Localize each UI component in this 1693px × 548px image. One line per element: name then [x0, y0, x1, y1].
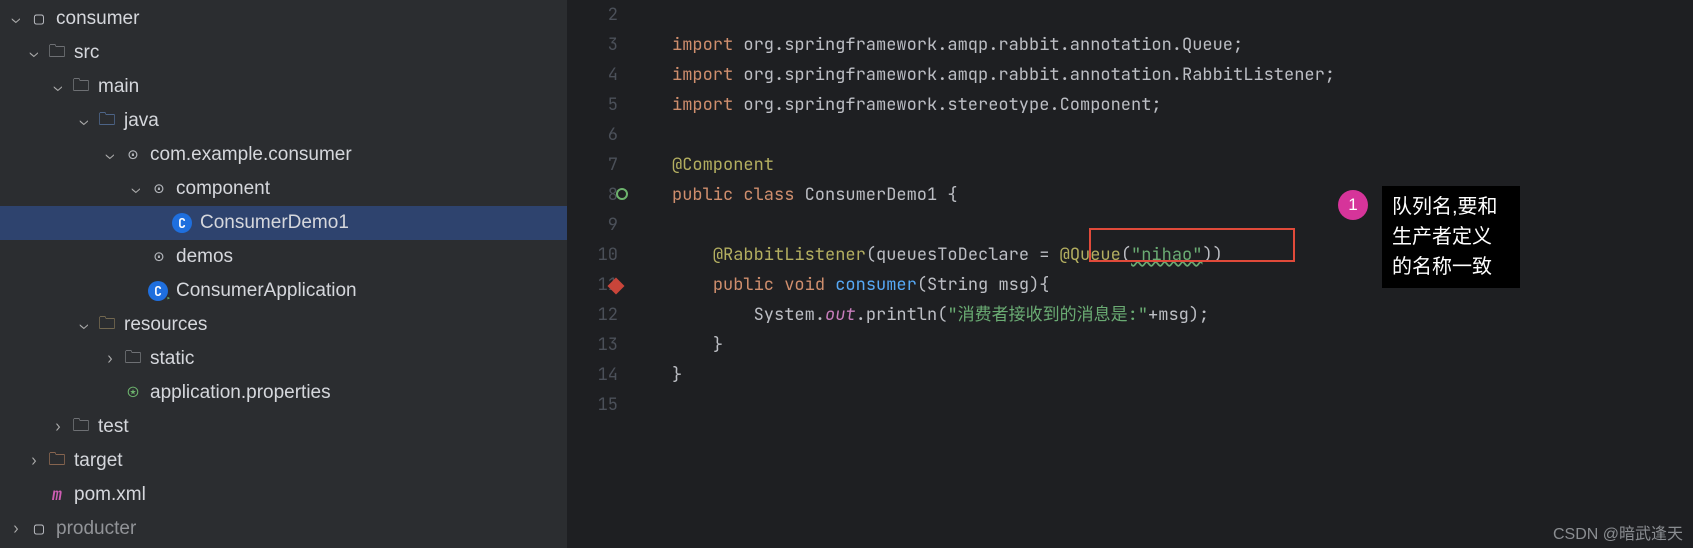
code-area[interactable]: import org.springframework.amqp.rabbit.a…	[636, 0, 1335, 548]
run-gutter-icon[interactable]	[616, 188, 628, 200]
line-number: 13	[568, 330, 618, 360]
module-icon: ▢	[28, 518, 50, 540]
tree-node-src[interactable]: 🗀 src	[0, 36, 567, 70]
folder-icon: 🗀	[46, 39, 68, 68]
tree-node-consumerapp[interactable]: C ConsumerApplication	[0, 274, 567, 308]
code-line: import org.springframework.stereotype.Co…	[672, 90, 1335, 120]
chevron-down-icon[interactable]	[124, 180, 148, 198]
line-number: 7	[568, 150, 618, 180]
tree-label: resources	[124, 314, 207, 336]
code-line	[672, 0, 1335, 30]
tree-label: com.example.consumer	[150, 144, 352, 166]
tree-label: java	[124, 110, 159, 132]
tree-label: producter	[56, 518, 136, 540]
tree-label: ConsumerApplication	[176, 280, 357, 302]
folder-icon: 🗀	[122, 345, 144, 374]
line-number: 6	[568, 120, 618, 150]
chevron-down-icon[interactable]	[72, 316, 96, 334]
project-tree[interactable]: ▢ consumer 🗀 src 🗀 main 🗀 java ⊙ com.exa…	[0, 0, 568, 548]
tree-label: pom.xml	[74, 484, 146, 506]
tree-label: main	[98, 76, 139, 98]
tree-node-consumer[interactable]: ▢ consumer	[0, 2, 567, 36]
tree-label: ConsumerDemo1	[200, 212, 349, 234]
tree-label: test	[98, 416, 129, 438]
tree-label: component	[176, 178, 270, 200]
tree-label: src	[74, 42, 99, 64]
package-icon: ⊙	[122, 144, 144, 166]
tree-node-java[interactable]: 🗀 java	[0, 104, 567, 138]
tree-label: application.properties	[150, 382, 331, 404]
tree-node-demos[interactable]: ⊙ demos	[0, 240, 567, 274]
code-line: public class ConsumerDemo1 {	[672, 180, 1335, 210]
spring-app-icon: C	[148, 281, 168, 301]
line-number: 3	[568, 30, 618, 60]
watermark: CSDN @暗武逢天	[1553, 520, 1683, 544]
tree-node-target[interactable]: 🗀 target	[0, 444, 567, 478]
tree-label: consumer	[56, 8, 139, 30]
line-number: 11	[568, 270, 618, 300]
tree-node-resources[interactable]: 🗀 resources	[0, 308, 567, 342]
folder-icon: 🗀	[70, 413, 92, 442]
folder-icon: 🗀	[70, 73, 92, 102]
module-icon: ▢	[28, 8, 50, 30]
tree-node-package[interactable]: ⊙ com.example.consumer	[0, 138, 567, 172]
code-line: System.out.println("消费者接收到的消息是:"+msg);	[672, 300, 1335, 330]
tree-node-consumerdemo1[interactable]: C ConsumerDemo1	[0, 206, 567, 240]
spring-config-icon: ⍟	[122, 382, 144, 404]
line-number: 10	[568, 240, 618, 270]
code-line: import org.springframework.amqp.rabbit.a…	[672, 60, 1335, 90]
chevron-down-icon[interactable]	[22, 44, 46, 62]
tree-node-static[interactable]: 🗀 static	[0, 342, 567, 376]
tree-node-test[interactable]: 🗀 test	[0, 410, 567, 444]
chevron-right-icon[interactable]	[98, 350, 122, 368]
line-number: 9	[568, 210, 618, 240]
code-line	[672, 120, 1335, 150]
resources-folder-icon: 🗀	[96, 311, 118, 340]
tree-label: static	[150, 348, 194, 370]
code-line: }	[672, 330, 1335, 360]
tree-node-pom[interactable]: m pom.xml	[0, 478, 567, 512]
chevron-down-icon[interactable]	[98, 146, 122, 164]
line-number: 12	[568, 300, 618, 330]
tree-node-component[interactable]: ⊙ component	[0, 172, 567, 206]
tree-label: demos	[176, 246, 233, 268]
tree-node-main[interactable]: 🗀 main	[0, 70, 567, 104]
annotation-badge: 1	[1338, 190, 1368, 220]
package-icon: ⊙	[148, 246, 170, 268]
package-icon: ⊙	[148, 178, 170, 200]
chevron-down-icon[interactable]	[4, 10, 28, 28]
line-number: 4	[568, 60, 618, 90]
annotation-text: 队列名,要和生产者定义的名称一致	[1382, 186, 1520, 288]
chevron-right-icon[interactable]	[4, 520, 28, 538]
code-line: @Component	[672, 150, 1335, 180]
line-number: 14	[568, 360, 618, 390]
chevron-right-icon[interactable]	[46, 418, 70, 436]
chevron-down-icon[interactable]	[46, 78, 70, 96]
line-number: 2	[568, 0, 618, 30]
code-line: }	[672, 360, 1335, 390]
tree-label: target	[74, 450, 123, 472]
code-line: import org.springframework.amqp.rabbit.a…	[672, 30, 1335, 60]
source-folder-icon: 🗀	[96, 107, 118, 136]
maven-icon: m	[46, 484, 68, 506]
editor-gutter: 2 3 4 5 6 7 8 9 10 11 12 13 14 15	[568, 0, 636, 548]
code-line: @RabbitListener(queuesToDeclare = @Queue…	[672, 240, 1335, 270]
line-number: 15	[568, 390, 618, 420]
code-line	[672, 390, 1335, 420]
line-number: 5	[568, 90, 618, 120]
target-folder-icon: 🗀	[46, 447, 68, 476]
line-number: 8	[568, 180, 618, 210]
class-icon: C	[172, 213, 192, 233]
chevron-down-icon[interactable]	[72, 112, 96, 130]
code-line: public void consumer(String msg){	[672, 270, 1335, 300]
chevron-right-icon[interactable]	[22, 452, 46, 470]
tree-node-producter[interactable]: ▢ producter	[0, 512, 567, 546]
tree-node-appprops[interactable]: ⍟ application.properties	[0, 376, 567, 410]
code-editor[interactable]: 2 3 4 5 6 7 8 9 10 11 12 13 14 15 import…	[568, 0, 1693, 548]
code-line	[672, 210, 1335, 240]
